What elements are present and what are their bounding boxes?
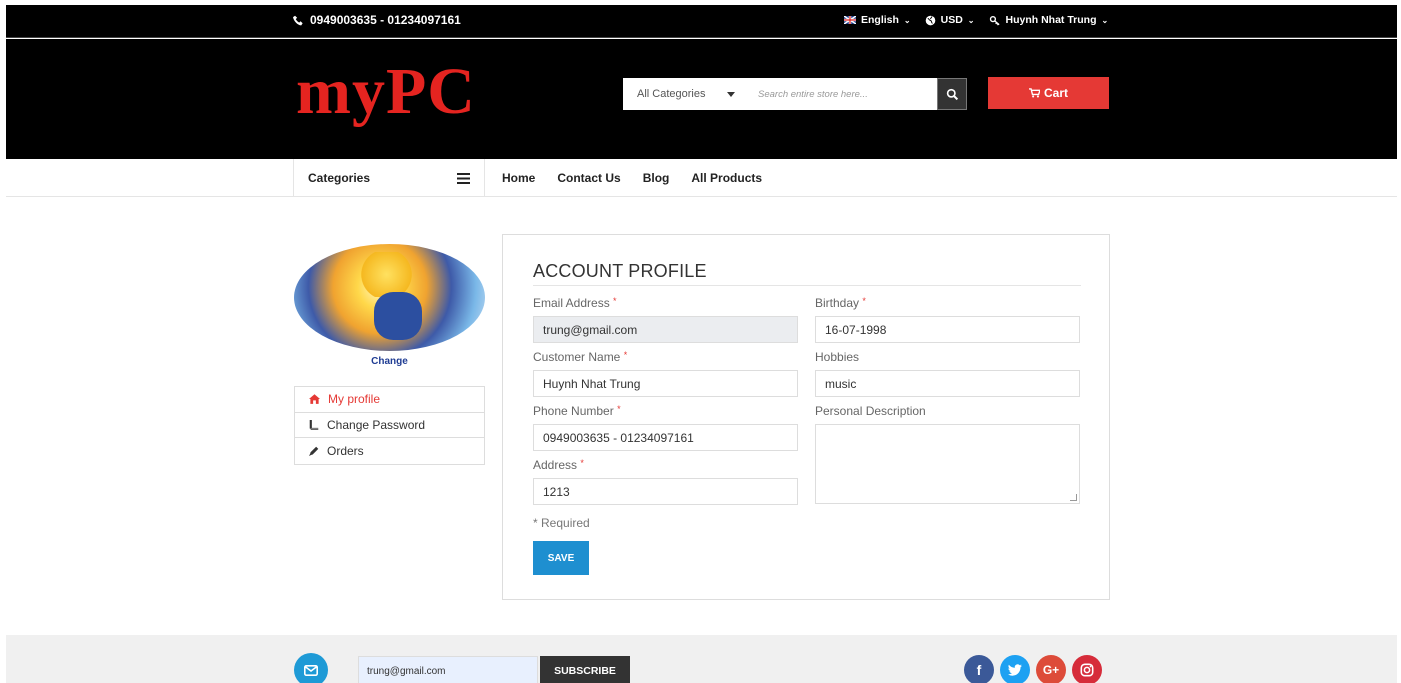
pencil-icon: [309, 446, 319, 456]
category-select[interactable]: All Categories: [623, 88, 748, 100]
email-field[interactable]: trung@gmail.com: [533, 316, 798, 343]
sidebar-item-change-password[interactable]: Change Password: [295, 413, 484, 438]
search-bar: All Categories Search entire store here.…: [623, 78, 967, 110]
personal-description-label: Personal Description: [815, 404, 926, 418]
top-bar: 0949003635 - 01234097161 English ⌄ USD ⌄…: [6, 5, 1397, 38]
phone-number-field[interactable]: 0949003635 - 01234097161: [533, 424, 798, 451]
page-title: ACCOUNT PROFILE: [533, 261, 707, 281]
phone-icon: [293, 15, 303, 25]
address-field[interactable]: 1213: [533, 478, 798, 505]
phone-number: 0949003635 - 01234097161: [310, 13, 461, 27]
birthday-label: Birthday *: [815, 296, 866, 310]
address-label: Address *: [533, 458, 584, 472]
nav-link-home[interactable]: Home: [502, 171, 535, 185]
nav-link-all-products[interactable]: All Products: [691, 171, 762, 185]
newsletter-badge: [294, 653, 328, 683]
phone-info: 0949003635 - 01234097161: [293, 13, 461, 27]
page: 0949003635 - 01234097161 English ⌄ USD ⌄…: [6, 5, 1397, 683]
categories-menu-toggle[interactable]: Categories: [293, 159, 485, 197]
newsletter-email-input[interactable]: trung@gmail.com: [358, 656, 538, 683]
hamburger-icon: [457, 172, 470, 184]
caret-down-icon: [727, 91, 736, 97]
avatar: [294, 244, 485, 351]
search-button[interactable]: [937, 78, 967, 110]
customer-name-label: Customer Name *: [533, 350, 628, 364]
sidebar-item-label: Orders: [327, 443, 364, 458]
nav-link-contact-us[interactable]: Contact Us: [557, 171, 620, 185]
email-label: Email Address *: [533, 296, 617, 310]
hobbies-field[interactable]: music: [815, 370, 1080, 397]
uk-flag-icon: [844, 16, 856, 24]
cart-button[interactable]: Cart: [988, 77, 1109, 109]
save-button[interactable]: SAVE: [533, 541, 589, 575]
resize-handle-icon[interactable]: [1070, 494, 1077, 501]
language-selector[interactable]: English ⌄: [844, 14, 911, 26]
change-avatar-link[interactable]: Change: [294, 356, 485, 367]
user-account-menu[interactable]: Huynh Nhat Trung ⌄: [989, 14, 1109, 26]
sidebar-item-label: Change Password: [327, 417, 426, 432]
globe-icon: [925, 15, 935, 25]
search-input[interactable]: Search entire store here...: [748, 89, 937, 100]
book-icon: [309, 419, 319, 430]
personal-description-textarea[interactable]: [815, 424, 1080, 504]
cart-icon: [1028, 88, 1040, 98]
phone-number-label: Phone Number *: [533, 404, 621, 418]
categories-label: Categories: [308, 171, 371, 185]
customer-name-field[interactable]: Huynh Nhat Trung: [533, 370, 798, 397]
account-menu: My profile Change Password Orders: [294, 386, 485, 465]
site-logo[interactable]: myPC: [296, 59, 476, 125]
nav-link-blog[interactable]: Blog: [643, 171, 670, 185]
envelope-icon: [304, 664, 318, 676]
google-plus-icon[interactable]: G+: [1036, 655, 1066, 683]
account-profile-card: ACCOUNT PROFILE Email Address * trung@gm…: [502, 234, 1110, 600]
header: myPC All Categories Search entire store …: [6, 39, 1397, 159]
sidebar-item-label: My profile: [328, 392, 381, 407]
search-icon: [946, 88, 958, 100]
currency-selector[interactable]: USD ⌄: [925, 14, 975, 26]
required-note: * Required: [533, 516, 590, 530]
social-links: f G+: [964, 655, 1102, 683]
chevron-down-icon: ⌄: [967, 15, 975, 25]
user-name: Huynh Nhat Trung: [1005, 14, 1097, 26]
footer: trung@gmail.com SUBSCRIBE f G+: [6, 635, 1397, 683]
key-icon: [989, 15, 1000, 25]
main-nav: Categories Home Contact Us Blog All Prod…: [6, 159, 1397, 197]
language-label: English: [861, 14, 899, 26]
subscribe-button[interactable]: SUBSCRIBE: [540, 656, 630, 683]
currency-label: USD: [940, 14, 963, 26]
instagram-icon[interactable]: [1072, 655, 1102, 683]
sidebar-item-my-profile[interactable]: My profile: [295, 387, 484, 413]
cart-label: Cart: [1043, 86, 1068, 100]
chevron-down-icon: ⌄: [1101, 15, 1109, 25]
hobbies-label: Hobbies: [815, 350, 860, 364]
category-select-value: All Categories: [637, 88, 706, 100]
birthday-field[interactable]: 16-07-1998: [815, 316, 1080, 343]
chevron-down-icon: ⌄: [903, 15, 911, 25]
sidebar-item-orders[interactable]: Orders: [295, 438, 484, 464]
home-icon: [309, 394, 320, 405]
twitter-icon[interactable]: [1000, 655, 1030, 683]
divider: [533, 285, 1081, 286]
facebook-icon[interactable]: f: [964, 655, 994, 683]
